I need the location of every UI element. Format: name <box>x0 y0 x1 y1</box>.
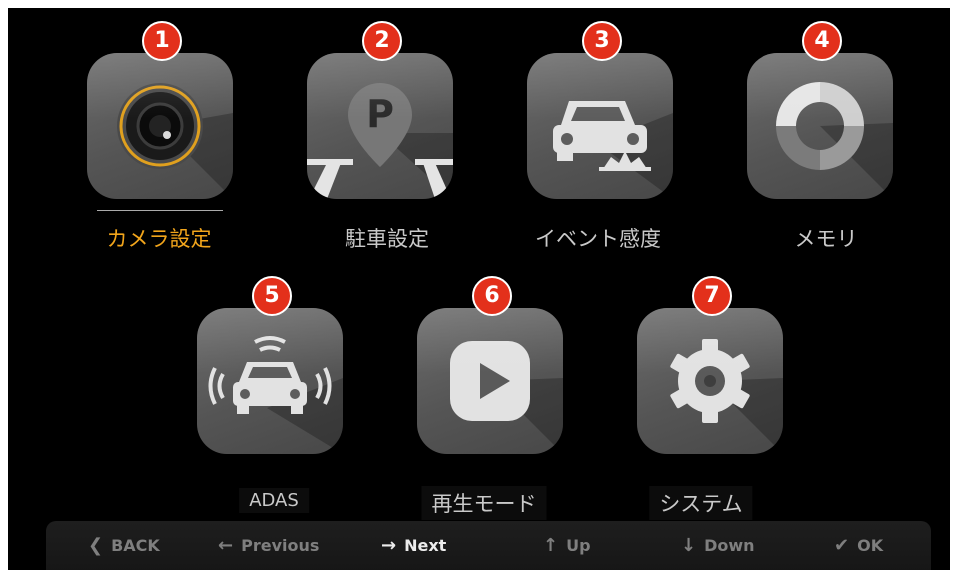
hint-label: Next <box>404 536 447 555</box>
hint-label: Down <box>704 536 755 555</box>
hint-label: OK <box>857 536 884 555</box>
next-hint[interactable]: → Next <box>381 535 446 556</box>
car-impact-icon <box>553 101 673 199</box>
previous-hint[interactable]: ← Previous <box>218 535 319 556</box>
badge-number: 7 <box>692 276 732 316</box>
check-icon: ✔ <box>834 535 850 556</box>
play-icon <box>450 341 563 454</box>
parking-icon: P <box>307 83 453 199</box>
ok-hint[interactable]: ✔ OK <box>834 535 883 556</box>
car-sensor-icon <box>208 336 343 454</box>
app-label: ADAS <box>239 488 309 513</box>
event-sensitivity-tile[interactable] <box>527 53 673 199</box>
up-hint[interactable]: ↑ Up <box>543 535 591 556</box>
hint-label: Up <box>566 536 591 555</box>
app-label: メモリ <box>794 227 858 251</box>
gear-icon <box>670 339 783 454</box>
badge-number: 6 <box>472 276 512 316</box>
memory-tile[interactable] <box>747 53 893 199</box>
menu-screen: 1 カメラ設定 P 2 駐車設定 3 イベント感度 4 メモリ 5 ADAS 6… <box>8 8 950 570</box>
app-label: 再生モード <box>421 486 547 520</box>
badge-number: 2 <box>362 21 402 61</box>
camera-lens-icon <box>117 83 233 199</box>
memory-donut-icon <box>776 82 893 199</box>
arrow-down-icon: ↓ <box>681 535 697 556</box>
badge-number: 1 <box>142 21 182 61</box>
svg-text:P: P <box>366 92 394 136</box>
arrow-up-icon: ↑ <box>543 535 559 556</box>
selection-underline <box>97 210 223 211</box>
badge-number: 5 <box>252 276 292 316</box>
badge-number: 3 <box>582 21 622 61</box>
back-hint[interactable]: ❮ BACK <box>88 535 160 556</box>
system-tile[interactable] <box>637 308 783 454</box>
down-hint[interactable]: ↓ Down <box>681 535 755 556</box>
parking-settings-tile[interactable]: P <box>307 53 453 199</box>
app-label: カメラ設定 <box>106 227 212 251</box>
adas-tile[interactable] <box>197 308 343 454</box>
navigation-hint-bar: ❮ BACK ← Previous → Next ↑ Up ↓ Down ✔ OK <box>46 521 931 570</box>
app-label: イベント感度 <box>535 227 661 251</box>
chevron-left-icon: ❮ <box>88 535 104 556</box>
badge-number: 4 <box>802 21 842 61</box>
playback-mode-tile[interactable] <box>417 308 563 454</box>
app-label: システム <box>649 486 753 520</box>
arrow-right-icon: → <box>381 535 397 556</box>
camera-settings-tile[interactable] <box>87 53 233 199</box>
arrow-left-icon: ← <box>218 535 234 556</box>
hint-label: BACK <box>111 536 160 555</box>
app-label: 駐車設定 <box>345 227 429 251</box>
hint-label: Previous <box>241 536 320 555</box>
